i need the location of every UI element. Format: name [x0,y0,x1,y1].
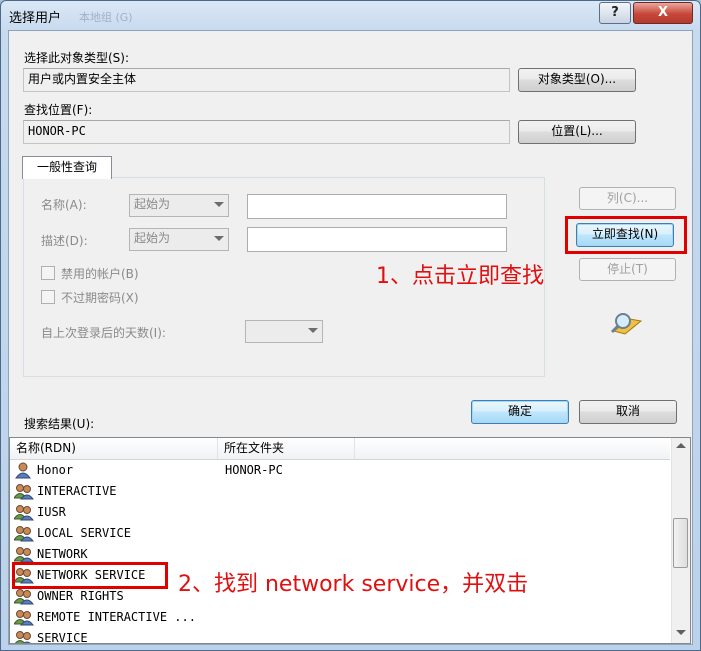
results-scrollbar[interactable] [671,438,690,643]
results-header: 名称(RDN) 所在文件夹 [10,438,670,460]
search-magnifier-icon [610,313,643,335]
ok-button[interactable]: 确定 [471,400,569,424]
row-name: INTERACTIVE [37,484,117,498]
row-name: REMOTE INTERACTIVE ... [37,610,196,624]
window-title: 选择用户 [9,11,62,26]
table-row[interactable]: SERVICE [10,628,670,644]
row-folder: HONOR-PC [225,463,283,477]
table-row[interactable]: Honor HONOR-PC [10,460,670,481]
row-name: Honor [37,463,74,477]
search-results-list[interactable]: 名称(RDN) 所在文件夹 Honor HONOR-PC INTERACTIVE IU… [9,437,691,644]
table-row[interactable]: LOCAL SERVICE [10,523,670,544]
window-title-ghost: 本地组 (G) [79,11,133,24]
column-header-name[interactable]: 名称(RDN) [10,438,218,459]
table-row[interactable]: REMOTE INTERACTIVE ... [10,607,670,628]
annotation-step1: 1、点击立即查找 [376,264,544,289]
description-mode-select[interactable]: 起始为 [129,228,229,251]
table-row[interactable]: IUSR [10,502,670,523]
name-mode-value: 起始为 [134,197,171,211]
non-expiring-password-checkbox[interactable] [41,290,55,304]
description-input[interactable] [247,227,507,252]
stop-button[interactable]: 停止(T) [579,258,676,281]
close-button[interactable]: X [633,2,693,24]
tab-general-query[interactable]: 一般性查询 [22,156,112,179]
name-input[interactable] [247,194,507,219]
non-expiring-password-label: 不过期密码(X) [61,291,139,305]
scrollbar-thumb[interactable] [673,518,688,568]
description-label: 描述(D): [41,234,88,248]
columns-button[interactable]: 列(C)... [579,187,676,210]
object-type-field: 用户或内置安全主体 [23,68,510,92]
chevron-down-icon [214,236,224,241]
location-label: 查找位置(F): [24,103,93,117]
scroll-up-arrow[interactable] [676,443,686,448]
search-results-label: 搜索结果(U): [24,417,95,431]
chevron-down-icon [214,202,224,207]
annotation-step2: 2、找到 network service，并双击 [178,572,529,597]
locations-button[interactable]: 位置(L)... [518,120,636,144]
chevron-down-icon [308,328,318,333]
find-now-highlight [565,216,687,254]
location-field: HONOR-PC [23,120,510,144]
column-header-folder[interactable]: 所在文件夹 [218,438,355,459]
help-button[interactable]: ? [599,2,631,24]
name-mode-select[interactable]: 起始为 [129,194,229,217]
days-since-logon-label: 自上次登录后的天数(I): [41,326,166,340]
cancel-button[interactable]: 取消 [579,400,677,424]
disabled-accounts-checkbox[interactable] [41,266,55,280]
row-name: SERVICE [37,631,88,644]
row-name: IUSR [37,505,66,519]
object-types-button[interactable]: 对象类型(O)... [518,68,636,92]
row-name: OWNER RIGHTS [37,589,124,603]
network-service-highlight [12,562,168,589]
object-type-label: 选择此对象类型(S): [24,51,130,65]
name-label: 名称(A): [41,198,87,212]
table-row[interactable]: INTERACTIVE [10,481,670,502]
days-since-logon-select[interactable] [245,320,323,343]
description-mode-value: 起始为 [134,231,171,245]
disabled-accounts-label: 禁用的帐户(B) [61,267,139,281]
row-name: LOCAL SERVICE [37,526,131,540]
scroll-down-arrow[interactable] [676,630,686,635]
